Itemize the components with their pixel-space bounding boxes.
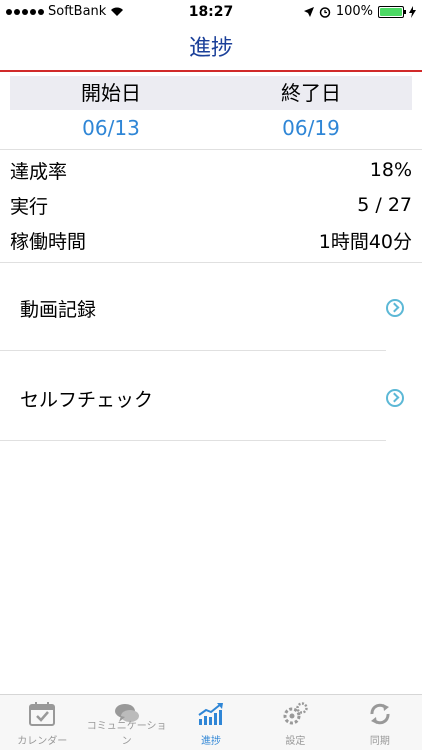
divider: [0, 350, 386, 351]
location-arrow-icon: [303, 6, 314, 17]
page-title: 進捗: [188, 36, 233, 61]
progress-chart-icon: [198, 703, 224, 725]
tab-bar: カレンダー コミュニケーション 進捗 設定 同期: [0, 694, 422, 750]
status-right: 100%: [303, 4, 416, 19]
battery-icon: [378, 5, 406, 18]
divider: [0, 440, 386, 441]
stat-label: 達成率: [10, 160, 68, 183]
stat-value: 1時間40分: [318, 230, 412, 253]
stat-label: 実行: [10, 195, 49, 218]
stat-value: 5 / 27: [357, 194, 412, 216]
tab-label: 設定: [285, 736, 306, 747]
tab-label: カレンダー: [17, 736, 68, 747]
tab-label: 進捗: [201, 736, 222, 747]
stat-value: 18%: [369, 159, 412, 181]
tab-communication[interactable]: コミュニケーション: [84, 695, 168, 750]
tab-label: 同期: [369, 736, 390, 747]
start-date-label: 開始日: [10, 76, 212, 110]
battery-percent: 100%: [335, 4, 373, 19]
stat-executed: 実行 5 / 27: [10, 190, 412, 220]
tab-calendar[interactable]: カレンダー: [0, 695, 84, 750]
charging-bolt-icon: [409, 5, 416, 18]
sync-icon: [370, 703, 390, 725]
calendar-icon: [29, 702, 56, 726]
tab-settings[interactable]: 設定: [253, 695, 337, 750]
end-date-value[interactable]: 06/19: [210, 116, 412, 140]
alarm-icon: [319, 6, 331, 18]
stat-working-time: 稼働時間 1時間40分: [10, 225, 412, 255]
nav-underline: [0, 70, 422, 72]
start-date-value[interactable]: 06/13: [10, 116, 212, 140]
menu-item-label: セルフチェック: [20, 389, 154, 411]
tab-sync[interactable]: 同期: [338, 695, 422, 750]
stat-label: 稼働時間: [10, 230, 87, 253]
tab-progress[interactable]: 進捗: [169, 695, 253, 750]
divider: [0, 149, 422, 150]
chevron-right-icon: [386, 389, 404, 407]
menu-item-self-check[interactable]: セルフチェック: [0, 353, 422, 441]
chevron-right-icon: [386, 299, 404, 317]
gear-icon: [283, 702, 309, 725]
end-date-label: 終了日: [210, 76, 412, 110]
stat-achievement-rate: 達成率 18%: [10, 155, 412, 185]
menu-item-label: 動画記録: [20, 299, 97, 321]
status-bar: SoftBank 18:27 100%: [0, 0, 422, 26]
tab-label: コミュニケーション: [86, 721, 167, 747]
menu-item-video-record[interactable]: 動画記録: [0, 263, 422, 351]
